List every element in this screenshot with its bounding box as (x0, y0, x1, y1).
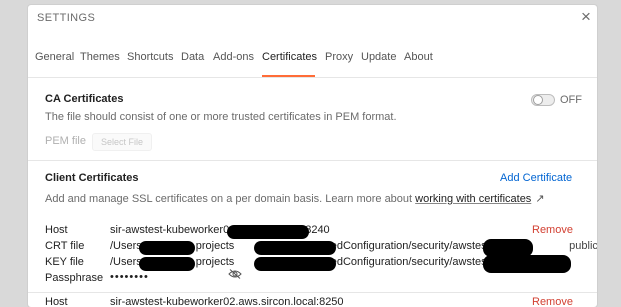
remove-certificate-button[interactable]: Remove (532, 224, 573, 236)
tab-data[interactable]: Data (181, 51, 204, 63)
section-divider (28, 160, 597, 161)
modal-header: SETTINGS × (28, 5, 597, 37)
tab-themes[interactable]: Themes (80, 51, 120, 63)
toggle-state-label: OFF (560, 94, 582, 106)
tab-about[interactable]: About (404, 51, 433, 63)
client-description: Add and manage SSL certificates on a per… (45, 192, 545, 205)
ca-certificates-title: CA Certificates (45, 93, 124, 105)
ca-description: The file should consist of one or more t… (45, 111, 397, 123)
passphrase-label: Passphrase (45, 272, 104, 284)
crt-file-label: CRT file (45, 240, 85, 252)
next-remove-button[interactable]: Remove (532, 296, 573, 307)
eye-slash-icon[interactable] (228, 269, 242, 279)
tab-add-ons[interactable]: Add-ons (213, 51, 254, 63)
host-value-start: sir-awstest-kubeworker0 (110, 224, 230, 236)
key-file-label: KEY file (45, 256, 84, 268)
settings-tabs: General Themes Shortcuts Data Add-ons Ce… (28, 37, 597, 78)
redaction-bar (139, 257, 195, 271)
passphrase-value[interactable]: •••••••• (110, 271, 149, 283)
client-description-text: Add and manage SSL certificates on a per… (45, 193, 413, 205)
redaction-bar (483, 255, 571, 273)
pem-file-label: PEM file (45, 135, 86, 147)
tab-proxy[interactable]: Proxy (325, 51, 353, 63)
redaction-bar (227, 225, 309, 239)
settings-modal: SETTINGS × General Themes Shortcuts Data… (28, 5, 597, 307)
add-certificate-button[interactable]: Add Certificate (500, 172, 572, 184)
key-path-part: /Users (110, 256, 142, 268)
working-with-certificates-link[interactable]: working with certificates (415, 193, 531, 205)
certificate-divider (28, 292, 597, 293)
tab-shortcuts[interactable]: Shortcuts (127, 51, 173, 63)
tab-general[interactable]: General (35, 51, 74, 63)
crt-path-part: public.p... (569, 240, 597, 252)
next-host-value: sir-awstest-kubeworker02.aws.sircon.loca… (110, 296, 344, 307)
crt-path-part: /Users (110, 240, 142, 252)
close-icon[interactable]: × (577, 8, 595, 27)
next-host-label: Host (45, 296, 68, 307)
tab-certificates[interactable]: Certificates (262, 51, 317, 63)
active-tab-indicator (262, 75, 315, 77)
redaction-bar (254, 257, 336, 271)
host-label: Host (45, 224, 68, 236)
redaction-bar (254, 241, 336, 255)
toggle-knob (533, 95, 543, 105)
tab-update[interactable]: Update (361, 51, 396, 63)
redaction-bar (139, 241, 195, 255)
key-path-part: projects (195, 256, 235, 268)
client-certificates-title: Client Certificates (45, 172, 139, 184)
select-file-button[interactable]: Select File (92, 133, 152, 151)
ca-certificates-toggle[interactable] (531, 94, 555, 106)
modal-title: SETTINGS (37, 12, 96, 24)
external-link-icon: ↗ (535, 193, 545, 205)
crt-path-part: projects (195, 240, 235, 252)
